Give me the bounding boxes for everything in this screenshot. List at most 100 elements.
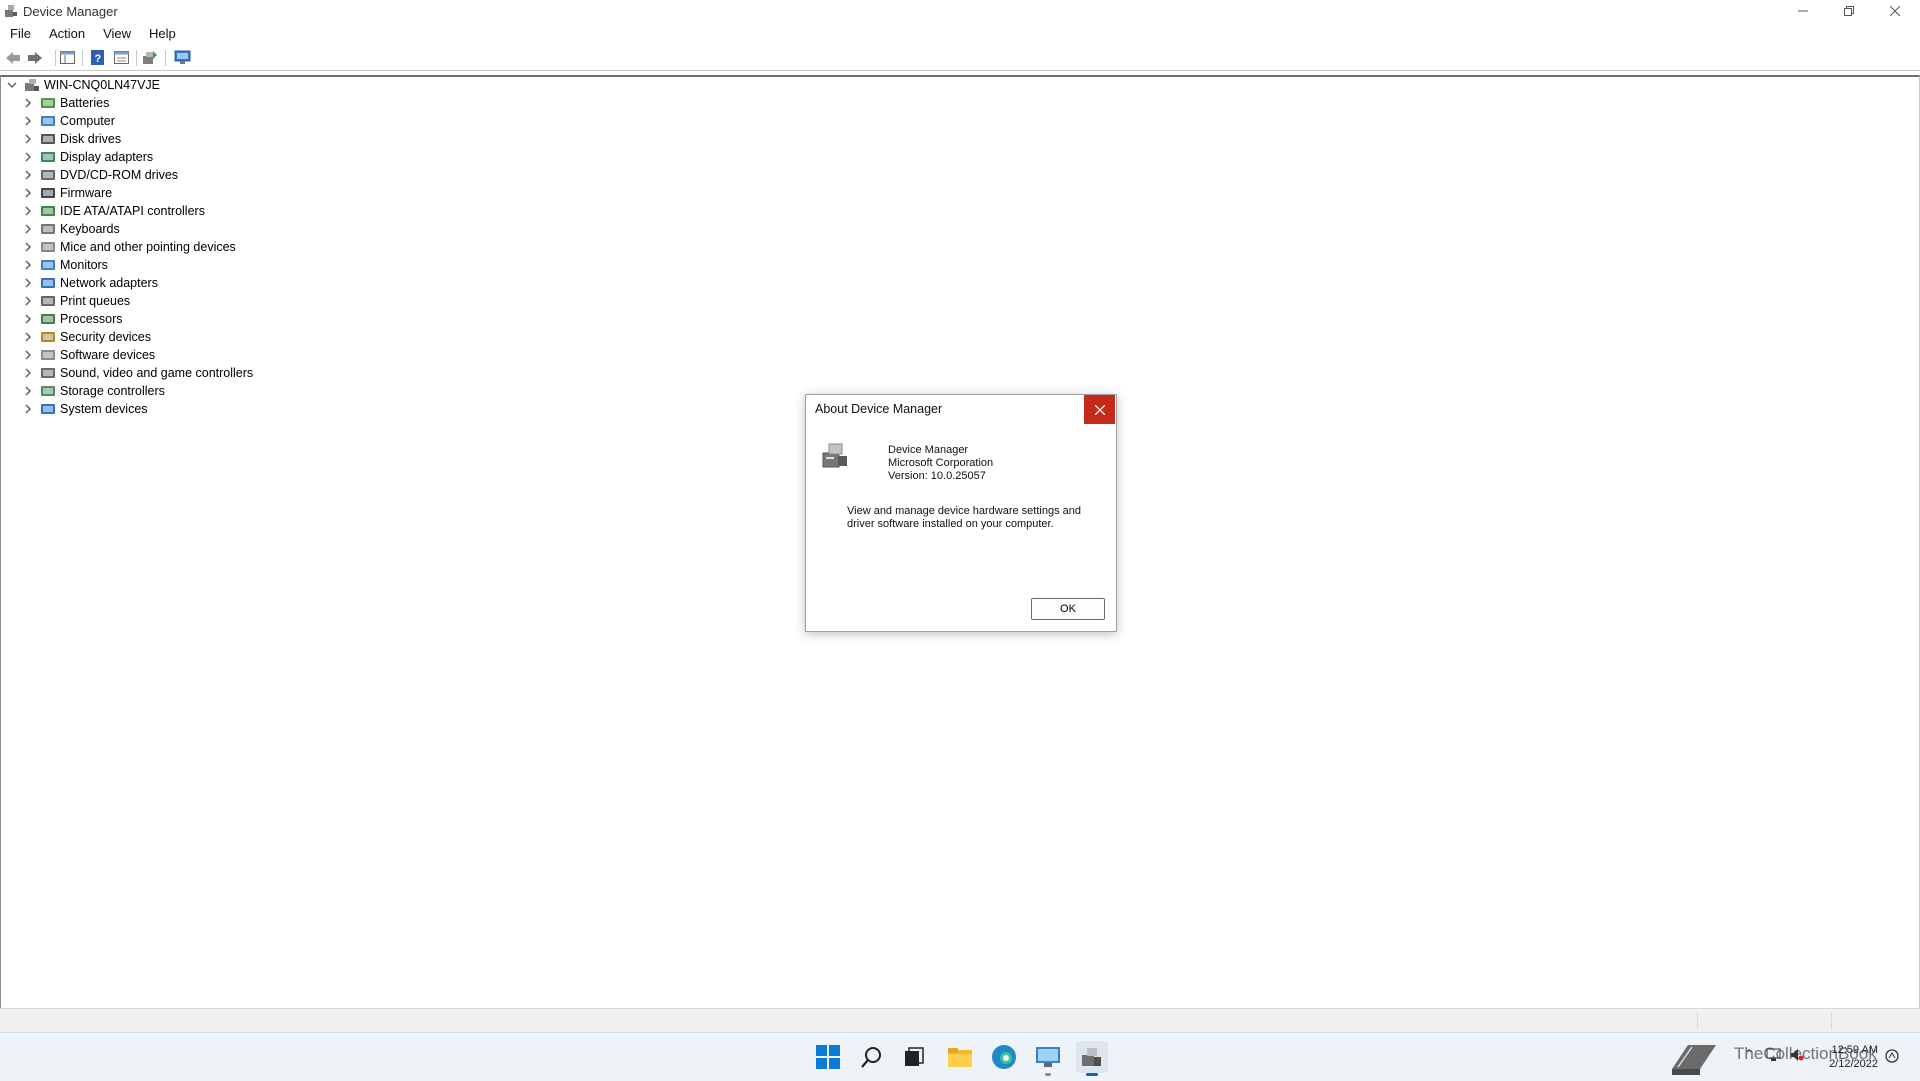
computer-icon <box>41 116 55 126</box>
restore-button[interactable] <box>1826 0 1872 22</box>
tree-item[interactable]: Processors <box>22 310 123 328</box>
tree-item[interactable]: Security devices <box>22 328 151 346</box>
keyboard-icon <box>41 224 55 234</box>
tree-item[interactable]: IDE ATA/ATAPI controllers <box>22 202 205 220</box>
show-hide-console-tree-button[interactable] <box>58 49 76 66</box>
title-bar: Device Manager <box>0 0 1920 22</box>
tree-item[interactable]: Storage controllers <box>22 382 165 400</box>
expand-chevron-icon[interactable] <box>22 241 34 253</box>
menu-help[interactable]: Help <box>139 24 184 44</box>
tree-item[interactable]: DVD/CD-ROM drives <box>22 166 178 184</box>
tree-item-label: Sound, video and game controllers <box>60 366 254 380</box>
sound-icon <box>41 368 55 378</box>
expand-chevron-icon[interactable] <box>22 331 34 343</box>
ok-button[interactable]: OK <box>1031 598 1105 620</box>
expand-chevron-icon[interactable] <box>22 205 34 217</box>
expand-chevron-icon[interactable] <box>22 115 34 127</box>
expand-chevron-icon[interactable] <box>22 367 34 379</box>
update-driver-button[interactable] <box>141 49 159 66</box>
expand-chevron-icon[interactable] <box>22 97 34 109</box>
expand-chevron-icon[interactable] <box>22 385 34 397</box>
tree-item[interactable]: Disk drives <box>22 130 121 148</box>
forward-arrow-icon <box>28 51 42 64</box>
about-company: Microsoft Corporation <box>888 457 994 469</box>
back-button[interactable] <box>4 49 22 66</box>
tree-item[interactable]: Software devices <box>22 346 155 364</box>
mouse-icon <box>41 242 55 252</box>
chevron-up-icon[interactable]: ⌃ <box>1744 1047 1754 1061</box>
expand-chevron-icon[interactable] <box>22 295 34 307</box>
taskbar: TheCollectionBook ⌃ 12:59 AM 2/12/2022 <box>0 1032 1920 1081</box>
storage-controller-icon <box>41 386 55 396</box>
tree-item[interactable]: Network adapters <box>22 274 158 292</box>
task-view-button[interactable] <box>898 1041 930 1073</box>
device-manager-taskbar-button[interactable] <box>1076 1041 1108 1076</box>
expand-chevron-icon[interactable] <box>22 169 34 181</box>
software-device-icon <box>41 350 55 360</box>
clock-date: 2/12/2022 <box>1829 1058 1878 1070</box>
tree-root[interactable]: WIN-CNQ0LN47VJE <box>6 76 160 94</box>
tree-item-label: Security devices <box>60 330 152 344</box>
control-panel-icon <box>1036 1047 1060 1067</box>
expand-chevron-icon[interactable] <box>22 349 34 361</box>
clock[interactable]: 12:59 AM 2/12/2022 <box>1829 1043 1878 1071</box>
expand-chevron-icon[interactable] <box>22 151 34 163</box>
network-icon[interactable] <box>1766 1048 1782 1062</box>
expand-chevron-icon[interactable] <box>22 223 34 235</box>
menu-view[interactable]: View <box>93 24 139 44</box>
tree-item[interactable]: System devices <box>22 400 148 418</box>
expand-chevron-icon[interactable] <box>22 259 34 271</box>
expand-chevron-icon[interactable] <box>22 277 34 289</box>
close-icon <box>1890 6 1900 16</box>
menu-action[interactable]: Action <box>39 24 93 44</box>
tree-item[interactable]: Sound, video and game controllers <box>22 364 253 382</box>
tree-item[interactable]: Mice and other pointing devices <box>22 238 236 256</box>
properties-icon <box>113 51 129 64</box>
file-explorer-button[interactable] <box>944 1041 976 1073</box>
properties-button[interactable] <box>112 49 130 66</box>
windows-logo-icon <box>816 1045 840 1069</box>
minimize-icon <box>1798 10 1808 12</box>
about-dialog: About Device Manager Device Manager Micr… <box>805 394 1117 632</box>
expand-chevron-icon[interactable] <box>22 187 34 199</box>
console-tree-icon <box>59 51 75 64</box>
scan-hardware-button[interactable] <box>173 49 191 66</box>
tree-item[interactable]: Batteries <box>22 94 109 112</box>
expand-chevron-icon[interactable] <box>22 313 34 325</box>
scan-hardware-icon <box>174 50 190 64</box>
status-bar <box>0 1008 1920 1033</box>
edge-browser-button[interactable] <box>988 1041 1020 1073</box>
tree-item[interactable]: Display adapters <box>22 148 153 166</box>
expand-chevron-icon[interactable] <box>22 403 34 415</box>
network-adapter-icon <box>41 278 55 288</box>
tree-item[interactable]: Computer <box>22 112 115 130</box>
forward-button[interactable] <box>26 49 44 66</box>
minimize-button[interactable] <box>1780 0 1826 22</box>
device-manager-icon <box>1082 1048 1101 1066</box>
task-view-icon <box>905 1047 924 1066</box>
notification-icon[interactable] <box>1884 1048 1900 1064</box>
restore-icon <box>1844 6 1854 16</box>
collapse-icon[interactable] <box>6 79 18 91</box>
expand-chevron-icon[interactable] <box>22 133 34 145</box>
tree-item[interactable]: Keyboards <box>22 220 120 238</box>
close-button[interactable] <box>1872 0 1918 22</box>
search-icon <box>861 1047 881 1068</box>
search-button[interactable] <box>856 1041 888 1073</box>
processor-icon <box>41 314 55 324</box>
tree-item[interactable]: Print queues <box>22 292 130 310</box>
tree-item[interactable]: Firmware <box>22 184 112 202</box>
start-button[interactable] <box>812 1041 844 1073</box>
toolbar: ? <box>0 46 1920 71</box>
control-panel-button[interactable] <box>1032 1041 1064 1076</box>
clock-time: 12:59 AM <box>1831 1044 1878 1056</box>
help-button[interactable]: ? <box>88 49 106 66</box>
dialog-close-button[interactable] <box>1084 395 1115 424</box>
tree-item-label: Software devices <box>60 348 156 362</box>
volume-icon[interactable] <box>1790 1048 1804 1062</box>
tree-item-label: Mice and other pointing devices <box>60 240 236 254</box>
tree-item-label: DVD/CD-ROM drives <box>60 168 179 182</box>
battery-icon <box>41 98 55 108</box>
tree-item[interactable]: Monitors <box>22 256 108 274</box>
menu-file[interactable]: File <box>0 24 39 44</box>
